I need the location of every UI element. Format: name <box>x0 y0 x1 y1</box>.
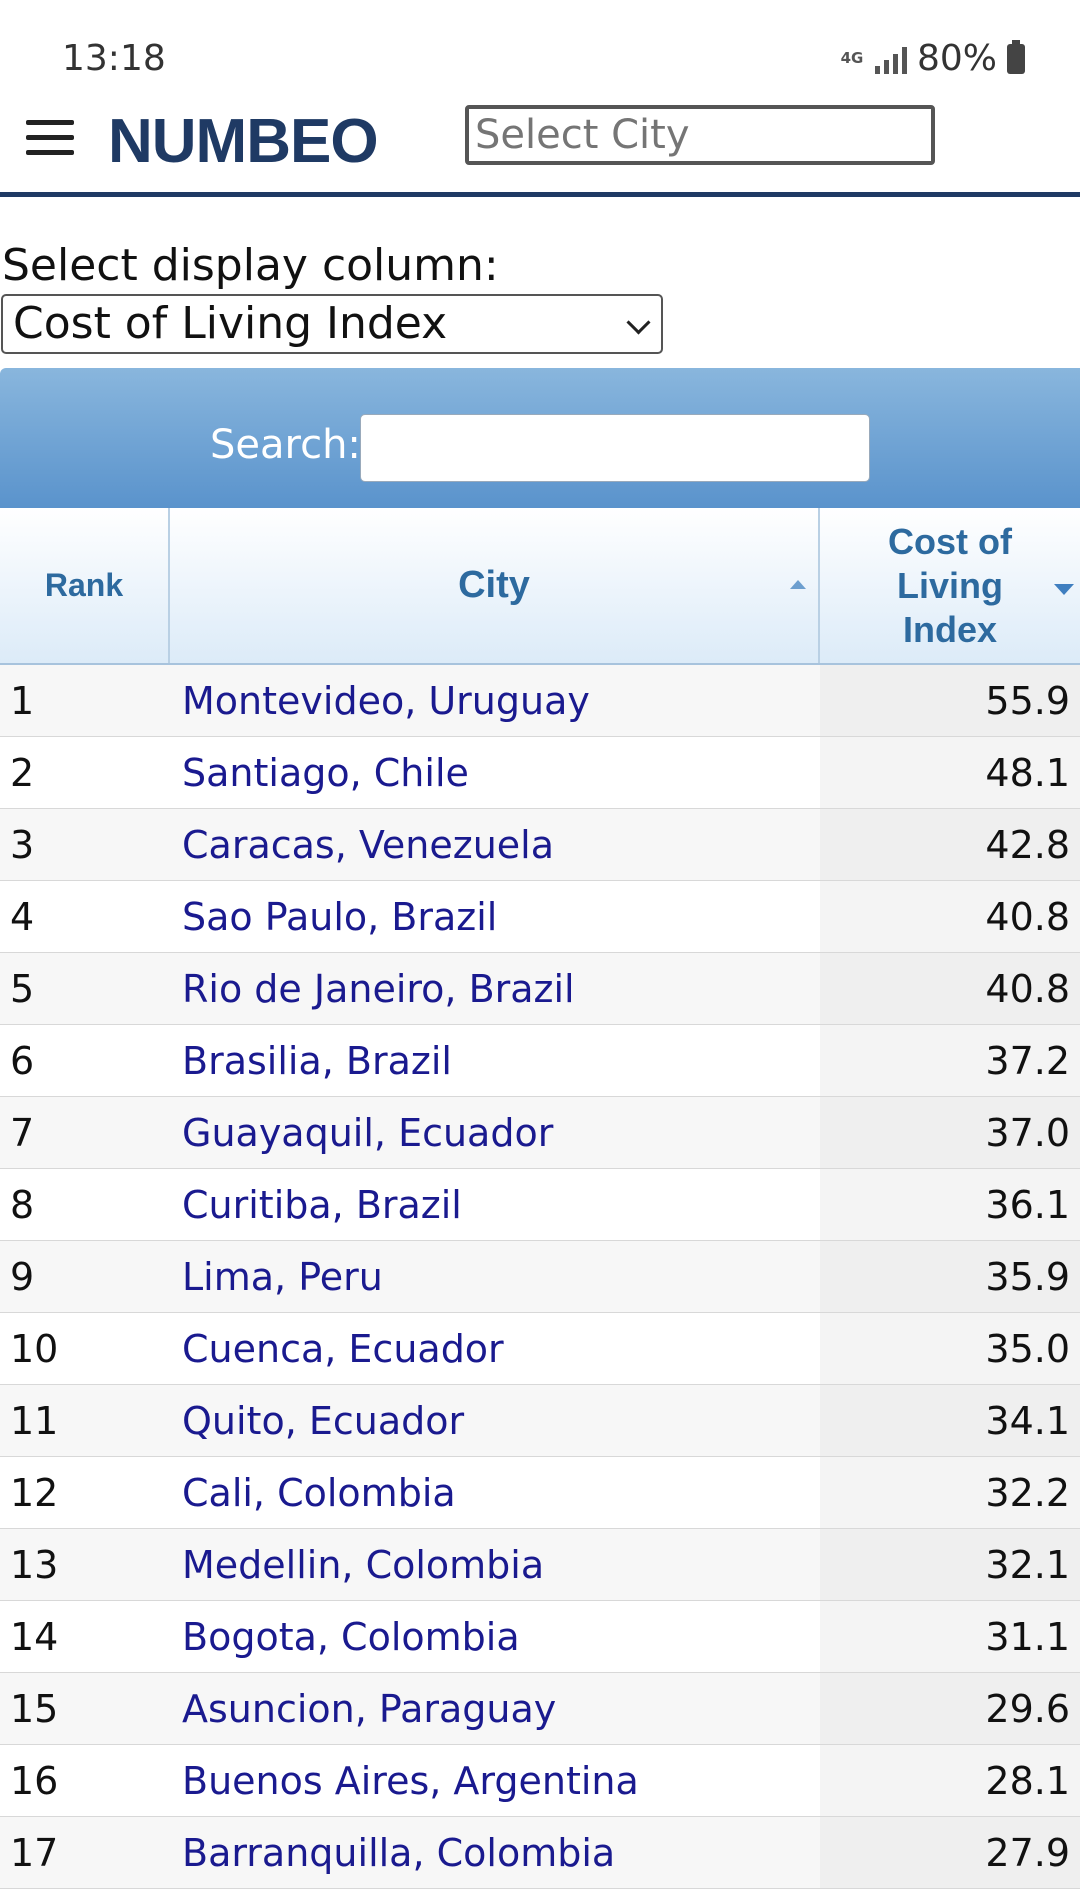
city-link[interactable]: Barranquilla, Colombia <box>170 1831 820 1875</box>
rank-cell: 9 <box>10 1254 35 1299</box>
status-time: 13:18 <box>62 38 166 79</box>
signal-icon <box>874 44 907 74</box>
city-link[interactable]: Rio de Janeiro, Brazil <box>170 967 820 1011</box>
table-row: 9 Lima, Peru 35.9 <box>0 1241 1080 1313</box>
rank-cell: 10 <box>10 1326 59 1371</box>
cost-of-living-value: 32.1 <box>820 1529 1080 1600</box>
city-link[interactable]: Lima, Peru <box>170 1255 820 1299</box>
rank-cell: 13 <box>10 1542 59 1587</box>
city-link[interactable]: Buenos Aires, Argentina <box>170 1759 820 1803</box>
city-link[interactable]: Quito, Ecuador <box>170 1399 820 1443</box>
cost-of-living-value: 40.8 <box>820 953 1080 1024</box>
table-row: 14 Bogota, Colombia 31.1 <box>0 1601 1080 1673</box>
chevron-down-icon <box>626 310 651 335</box>
city-link[interactable]: Bogota, Colombia <box>170 1615 820 1659</box>
battery-percent: 80% <box>916 38 997 79</box>
cost-of-living-value: 40.8 <box>820 881 1080 952</box>
ranking-table: Rank City Cost of Living Index 1 Montevid… <box>0 508 1080 1889</box>
cost-of-living-value: 34.1 <box>820 1385 1080 1456</box>
table-row: 10 Cuenca, Ecuador 35.0 <box>0 1313 1080 1385</box>
table-row: 13 Medellin, Colombia 32.1 <box>0 1529 1080 1601</box>
table-row: 3 Caracas, Venezuela 42.8 <box>0 809 1080 881</box>
cost-of-living-value: 35.0 <box>820 1313 1080 1384</box>
table-row: 5 Rio de Janeiro, Brazil 40.8 <box>0 953 1080 1025</box>
display-column-select[interactable]: Cost of Living Index <box>1 294 663 354</box>
site-header: NUMBEO <box>0 100 1080 197</box>
cost-of-living-value: 37.0 <box>820 1097 1080 1168</box>
cost-of-living-value: 31.1 <box>820 1601 1080 1672</box>
table-header: Rank City Cost of Living Index <box>0 508 1080 665</box>
display-column-selected: Cost of Living Index <box>13 298 448 349</box>
city-link[interactable]: Asuncion, Paraguay <box>170 1687 820 1731</box>
cost-of-living-value: 27.9 <box>820 1817 1080 1888</box>
city-link[interactable]: Cali, Colombia <box>170 1471 820 1515</box>
cost-of-living-value: 35.9 <box>820 1241 1080 1312</box>
hamburger-menu-icon[interactable] <box>26 120 74 160</box>
rank-cell: 8 <box>10 1182 35 1227</box>
table-search-input[interactable] <box>360 414 870 482</box>
table-row: 15 Asuncion, Paraguay 29.6 <box>0 1673 1080 1745</box>
rank-cell: 12 <box>10 1470 59 1515</box>
cost-of-living-value: 36.1 <box>820 1169 1080 1240</box>
search-label: Search: <box>210 422 361 468</box>
rank-cell: 1 <box>10 678 35 723</box>
city-link[interactable]: Curitiba, Brazil <box>170 1183 820 1227</box>
city-link[interactable]: Brasilia, Brazil <box>170 1039 820 1083</box>
rank-cell: 15 <box>10 1686 59 1731</box>
table-row: 7 Guayaquil, Ecuador 37.0 <box>0 1097 1080 1169</box>
cost-of-living-value: 48.1 <box>820 737 1080 808</box>
rank-cell: 3 <box>10 822 35 867</box>
rank-cell: 16 <box>10 1758 59 1803</box>
table-row: 4 Sao Paulo, Brazil 40.8 <box>0 881 1080 953</box>
city-link[interactable]: Guayaquil, Ecuador <box>170 1111 820 1155</box>
table-row: 6 Brasilia, Brazil 37.2 <box>0 1025 1080 1097</box>
numbeo-logo[interactable]: NUMBEO <box>108 106 379 177</box>
cost-of-living-column-header[interactable]: Cost of Living Index <box>820 508 1080 663</box>
rank-cell: 2 <box>10 750 35 795</box>
rank-cell: 5 <box>10 966 35 1011</box>
table-body: 1 Montevideo, Uruguay 55.9 2 Santiago, Chile… <box>0 665 1080 1889</box>
cost-of-living-value: 32.2 <box>820 1457 1080 1528</box>
cost-of-living-value: 42.8 <box>820 809 1080 880</box>
status-bar: 13:18 4G 80% <box>0 0 1080 100</box>
network-4g-icon: 4G <box>840 49 864 67</box>
rank-column-header[interactable]: Rank <box>0 508 170 663</box>
city-link[interactable]: Caracas, Venezuela <box>170 823 820 867</box>
rank-cell: 17 <box>10 1830 59 1875</box>
table-search-bar: Search: <box>0 368 1080 508</box>
cost-of-living-value: 37.2 <box>820 1025 1080 1096</box>
cost-header-label: Cost of Living Index <box>888 520 1012 650</box>
battery-icon <box>1007 39 1025 74</box>
city-link[interactable]: Sao Paulo, Brazil <box>170 895 820 939</box>
table-row: 1 Montevideo, Uruguay 55.9 <box>0 665 1080 737</box>
rank-cell: 4 <box>10 894 35 939</box>
rank-cell: 6 <box>10 1038 35 1083</box>
rank-cell: 7 <box>10 1110 35 1155</box>
table-row: 2 Santiago, Chile 48.1 <box>0 737 1080 809</box>
city-header-label: City <box>458 564 530 606</box>
sort-asc-icon <box>790 580 806 589</box>
table-row: 12 Cali, Colombia 32.2 <box>0 1457 1080 1529</box>
city-search-input[interactable] <box>465 105 935 165</box>
table-row: 17 Barranquilla, Colombia 27.9 <box>0 1817 1080 1889</box>
city-link[interactable]: Cuenca, Ecuador <box>170 1327 820 1371</box>
cost-of-living-value: 28.1 <box>820 1745 1080 1816</box>
rank-cell: 11 <box>10 1398 59 1443</box>
display-column-label: Select display column: <box>2 240 499 291</box>
sort-desc-icon <box>1054 584 1074 595</box>
status-icons: 4G 80% <box>839 38 1025 79</box>
table-row: 16 Buenos Aires, Argentina 28.1 <box>0 1745 1080 1817</box>
cost-of-living-value: 29.6 <box>820 1673 1080 1744</box>
table-row: 11 Quito, Ecuador 34.1 <box>0 1385 1080 1457</box>
table-row: 8 Curitiba, Brazil 36.1 <box>0 1169 1080 1241</box>
city-link[interactable]: Santiago, Chile <box>170 751 820 795</box>
cost-of-living-value: 55.9 <box>820 665 1080 736</box>
city-link[interactable]: Montevideo, Uruguay <box>170 679 820 723</box>
city-column-header[interactable]: City <box>170 508 820 663</box>
rank-cell: 14 <box>10 1614 59 1659</box>
city-link[interactable]: Medellin, Colombia <box>170 1543 820 1587</box>
